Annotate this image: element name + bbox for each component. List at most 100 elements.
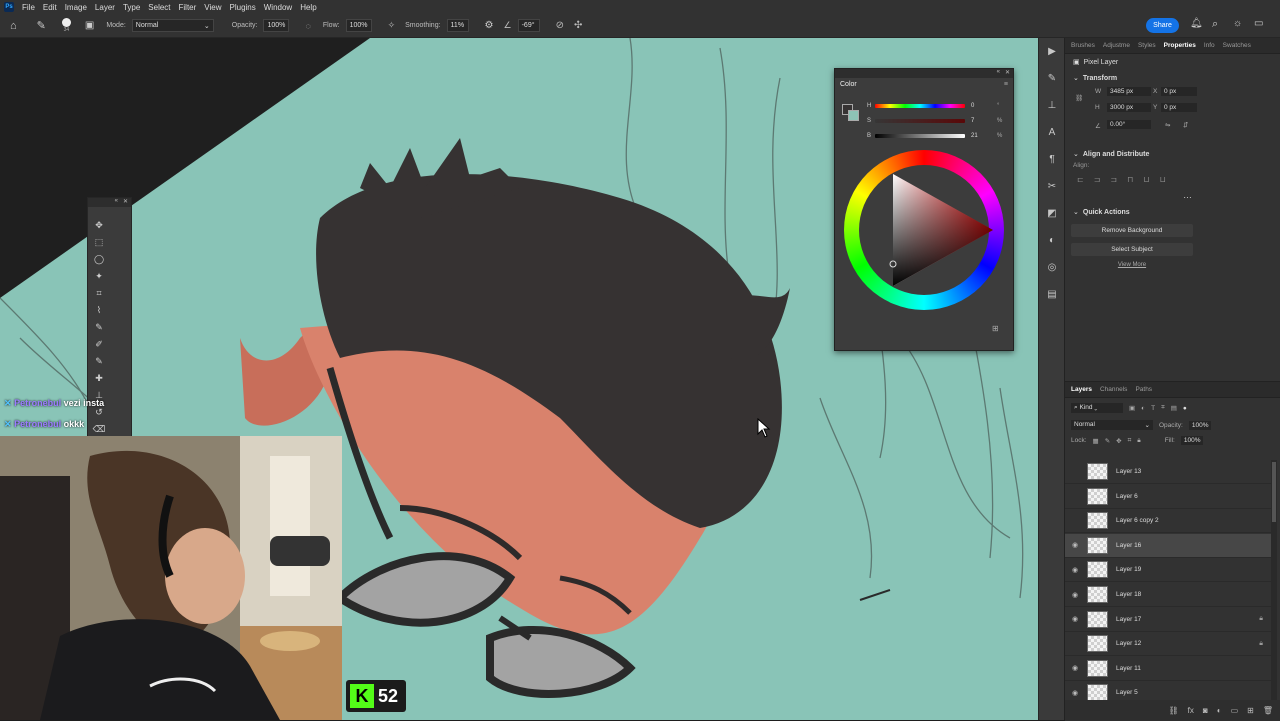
menu-plugins[interactable]: Plugins xyxy=(230,3,256,12)
visibility-eye-icon[interactable]: ◉ xyxy=(1065,664,1085,672)
visibility-eye-icon[interactable]: ◉ xyxy=(1065,615,1085,623)
layer-name[interactable]: Layer 13 xyxy=(1116,468,1263,475)
new-group-icon[interactable]: ▭ xyxy=(1231,706,1239,715)
tab-paths[interactable]: Paths xyxy=(1135,386,1152,393)
mixer-brush-icon[interactable]: ✎ xyxy=(88,353,110,370)
healing-brush-icon[interactable]: ✚ xyxy=(88,370,110,387)
magic-wand-icon[interactable]: ✦ xyxy=(88,268,110,285)
bell-icon[interactable]: 🔔︎ xyxy=(1190,18,1203,29)
brightness-slider[interactable] xyxy=(875,134,965,138)
play-icon[interactable]: ▶ xyxy=(1039,38,1065,65)
transform-header[interactable]: ⌄ Transform xyxy=(1065,70,1280,86)
collapse-icon[interactable]: « xyxy=(997,69,1000,78)
mode-select[interactable]: Normal ⌄ xyxy=(131,19,214,32)
layer-filter-select[interactable]: ⌕ Kind ⌄ xyxy=(1071,403,1123,413)
eyedropper-icon[interactable]: ⌇ xyxy=(88,302,110,319)
adjustment-icon[interactable]: ◐ xyxy=(1039,227,1065,254)
layer-name[interactable]: Layer 5 xyxy=(1116,689,1263,696)
airbrush-icon[interactable]: ✧ xyxy=(388,20,396,31)
layer-comps-icon[interactable]: ▤ xyxy=(1039,281,1065,308)
hue-value[interactable]: 0 xyxy=(971,103,974,109)
pressure-opacity-icon[interactable]: ◌ xyxy=(305,21,310,31)
color-triangle[interactable] xyxy=(883,172,1003,292)
layer-name[interactable]: Layer 11 xyxy=(1116,665,1263,672)
background-swatch[interactable] xyxy=(848,110,859,121)
crop-tool-icon[interactable]: ⌗ xyxy=(88,285,110,302)
menu-window[interactable]: Window xyxy=(264,3,292,12)
align-right-icon[interactable]: ⊐ xyxy=(1110,175,1117,184)
layer-row[interactable]: Layer 13 xyxy=(1065,460,1271,484)
new-layer-icon[interactable]: ⊞ xyxy=(1247,706,1254,715)
lock-pixels-icon[interactable]: ▦ xyxy=(1093,437,1099,445)
quick-actions-header[interactable]: ⌄ Quick Actions xyxy=(1065,204,1280,220)
flip-horizontal-icon[interactable]: ⇋ xyxy=(1165,121,1170,129)
collapse-icon[interactable]: « xyxy=(115,198,118,207)
symmetry-icon[interactable]: ✣ xyxy=(574,20,582,31)
clone-source-icon[interactable]: ⊥ xyxy=(1039,92,1065,119)
home-icon[interactable]: ⌂ xyxy=(10,20,17,32)
brush-settings-icon[interactable]: ▣ xyxy=(85,20,94,31)
brush-preset-picker[interactable]: 34 xyxy=(61,18,71,33)
tab-properties[interactable]: Properties xyxy=(1164,42,1196,49)
tools-icon[interactable]: ✂ xyxy=(1039,173,1065,200)
channels-icon[interactable]: ◎ xyxy=(1039,254,1065,281)
layer-row[interactable]: ◉ Layer 16 xyxy=(1065,533,1271,558)
opacity-input[interactable]: 100% xyxy=(263,19,290,32)
lock-all-icon[interactable]: 🔒︎ xyxy=(1137,437,1140,445)
visibility-eye-icon[interactable]: ◉ xyxy=(1065,541,1085,549)
filter-shape-icon[interactable]: ⌗ xyxy=(1161,404,1165,412)
filter-pixel-icon[interactable]: ▣ xyxy=(1129,404,1135,412)
layer-row[interactable]: ◉ Layer 5 xyxy=(1065,681,1271,700)
x-input[interactable]: 0 px xyxy=(1161,87,1197,96)
color-panel-topbar[interactable]: «✕ xyxy=(835,69,1013,78)
visibility-eye-icon[interactable]: ◉ xyxy=(1065,566,1085,574)
layer-row[interactable]: ◉ Layer 19 xyxy=(1065,558,1271,583)
layer-row[interactable]: Layer 6 copy 2 xyxy=(1065,509,1271,534)
menu-edit[interactable]: Edit xyxy=(43,3,57,12)
adjustment-layer-icon[interactable]: ◐ xyxy=(1217,706,1222,715)
link-layers-icon[interactable]: ⛓︎ xyxy=(1169,706,1179,715)
close-icon[interactable]: ✕ xyxy=(1005,69,1010,78)
tab-info[interactable]: Info xyxy=(1204,42,1215,49)
paragraph-icon[interactable]: ¶ xyxy=(1039,146,1065,173)
lock-artboard-icon[interactable]: ⌗ xyxy=(1128,437,1132,445)
filter-type-icon[interactable]: T xyxy=(1151,405,1155,412)
layer-row[interactable]: ◉ Layer 11 xyxy=(1065,657,1271,681)
brush-tool-icon[interactable]: ✎ xyxy=(88,319,110,336)
menu-view[interactable]: View xyxy=(204,3,221,12)
brush-tool-icon[interactable]: ✎ xyxy=(37,19,46,32)
menu-help[interactable]: Help xyxy=(300,3,316,12)
lock-image-icon[interactable]: ✎ xyxy=(1105,437,1110,445)
tab-styles[interactable]: Styles xyxy=(1138,42,1156,49)
menu-image[interactable]: Image xyxy=(65,3,87,12)
close-icon[interactable]: ✕ xyxy=(123,198,128,207)
layer-row[interactable]: ◉ Layer 18 xyxy=(1065,583,1271,607)
width-input[interactable]: 3485 px xyxy=(1107,87,1151,96)
filter-smart-icon[interactable]: ▤ xyxy=(1171,404,1177,412)
pencil-tool-icon[interactable]: ✐ xyxy=(88,336,110,353)
tab-layers[interactable]: Layers xyxy=(1071,386,1092,393)
blend-mode-select[interactable]: Normal ⌄ xyxy=(1071,420,1153,430)
layer-name[interactable]: Layer 19 xyxy=(1116,566,1263,573)
more-options-icon[interactable]: … xyxy=(1065,190,1280,200)
visibility-eye-icon[interactable]: ◉ xyxy=(1065,591,1085,599)
panel-menu-icon[interactable]: ≡ xyxy=(1004,81,1008,88)
select-subject-button[interactable]: Select Subject xyxy=(1071,243,1193,256)
flow-input[interactable]: 100% xyxy=(345,19,372,32)
layer-style-icon[interactable]: fx xyxy=(1188,706,1194,715)
discover-icon[interactable]: ☼ xyxy=(1233,18,1242,29)
3d-icon[interactable]: ◩ xyxy=(1039,200,1065,227)
align-header[interactable]: ⌄ Align and Distribute xyxy=(1065,146,1280,162)
layer-row[interactable]: Layer 12 🔒︎ xyxy=(1065,632,1271,657)
link-icon[interactable]: ⛓︎ xyxy=(1075,94,1083,102)
move-tool-icon[interactable]: ✥ xyxy=(88,217,110,234)
tab-swatches[interactable]: Swatches xyxy=(1223,42,1251,49)
character-icon[interactable]: A xyxy=(1039,119,1065,146)
layer-name[interactable]: Layer 18 xyxy=(1116,591,1263,598)
align-middle-icon[interactable]: ⊔ xyxy=(1143,175,1149,184)
marquee-tool-icon[interactable]: ⬚ xyxy=(88,234,110,251)
layer-row[interactable]: ◉ Layer 17 🔒︎ xyxy=(1065,608,1271,632)
gear-icon[interactable]: ⚙ xyxy=(485,20,494,31)
height-input[interactable]: 3000 px xyxy=(1107,103,1151,112)
angle-input[interactable]: 0.00° xyxy=(1107,120,1151,129)
